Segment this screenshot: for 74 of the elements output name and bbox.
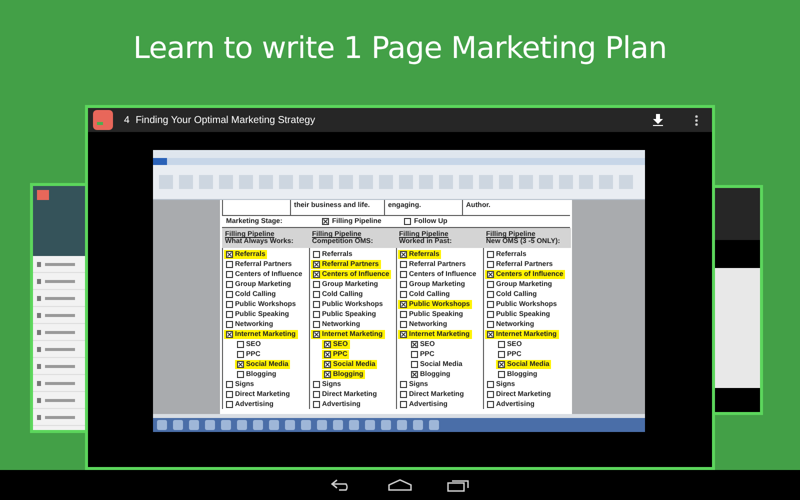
checkbox[interactable] [498, 350, 505, 358]
checkbox[interactable] [400, 390, 407, 398]
checkbox[interactable] [313, 280, 320, 288]
checkbox[interactable] [313, 330, 320, 338]
app-icon[interactable] [93, 110, 113, 130]
checkbox[interactable] [487, 270, 494, 278]
checkbox[interactable] [400, 400, 407, 408]
download-icon[interactable] [653, 114, 663, 126]
checkbox[interactable] [400, 380, 407, 388]
checkbox[interactable] [226, 250, 233, 258]
checkbox[interactable] [487, 310, 494, 318]
checkbox[interactable] [487, 320, 494, 328]
checkbox[interactable] [498, 340, 505, 348]
checkbox[interactable] [400, 250, 407, 258]
checkbox[interactable] [226, 390, 233, 398]
checkbox[interactable] [313, 390, 320, 398]
checkbox[interactable] [487, 250, 494, 258]
checkbox[interactable] [411, 370, 418, 378]
checkbox[interactable] [487, 400, 494, 408]
recents-icon[interactable] [447, 478, 469, 492]
checkbox[interactable] [404, 218, 411, 225]
checkbox[interactable] [226, 380, 233, 388]
checkbox[interactable] [487, 300, 494, 308]
checkbox[interactable] [226, 270, 233, 278]
checkbox[interactable] [226, 330, 233, 338]
checkbox[interactable] [226, 260, 233, 268]
checkbox[interactable] [400, 280, 407, 288]
checkbox[interactable] [313, 400, 320, 408]
checkbox[interactable] [313, 310, 320, 318]
checkbox[interactable] [237, 370, 244, 378]
lesson-title: Finding Your Optimal Marketing Strategy [136, 114, 316, 126]
more-icon[interactable] [695, 114, 698, 126]
checkbox[interactable] [400, 260, 407, 268]
checkbox[interactable] [324, 370, 331, 378]
checkbox[interactable] [322, 218, 329, 225]
checkbox[interactable] [226, 400, 233, 408]
checkbox[interactable] [400, 270, 407, 278]
checkbox[interactable] [411, 350, 418, 358]
checkbox[interactable] [226, 290, 233, 298]
checkbox[interactable] [313, 250, 320, 258]
checkbox[interactable] [237, 340, 244, 348]
checkbox[interactable] [226, 310, 233, 318]
checkbox[interactable] [226, 320, 233, 328]
checkbox[interactable] [237, 350, 244, 358]
checkbox[interactable] [487, 390, 494, 398]
checkbox[interactable] [313, 380, 320, 388]
headline: Learn to write 1 Page Marketing Plan [133, 31, 667, 66]
checkbox[interactable] [324, 350, 331, 358]
checkbox[interactable] [498, 360, 505, 368]
checkbox[interactable] [487, 330, 494, 338]
checkbox[interactable] [400, 300, 407, 308]
checkbox[interactable] [487, 380, 494, 388]
checkbox[interactable] [226, 280, 233, 288]
checkbox[interactable] [487, 260, 494, 268]
checkbox[interactable] [313, 300, 320, 308]
checkbox[interactable] [313, 270, 320, 278]
checkbox[interactable] [313, 320, 320, 328]
checkbox[interactable] [487, 290, 494, 298]
lesson-number: 4 [124, 114, 130, 126]
checkbox[interactable] [400, 290, 407, 298]
checkbox[interactable] [411, 360, 418, 368]
checkbox[interactable] [487, 280, 494, 288]
checkbox[interactable] [400, 320, 407, 328]
checkbox[interactable] [313, 260, 320, 268]
checkbox[interactable] [411, 340, 418, 348]
checkbox[interactable] [226, 300, 233, 308]
checkbox[interactable] [400, 330, 407, 338]
checkbox[interactable] [324, 340, 331, 348]
checkbox[interactable] [498, 370, 505, 378]
checkbox[interactable] [400, 310, 407, 318]
checkbox[interactable] [324, 360, 331, 368]
checkbox[interactable] [237, 360, 244, 368]
home-icon[interactable] [388, 479, 412, 491]
checkbox[interactable] [313, 290, 320, 298]
